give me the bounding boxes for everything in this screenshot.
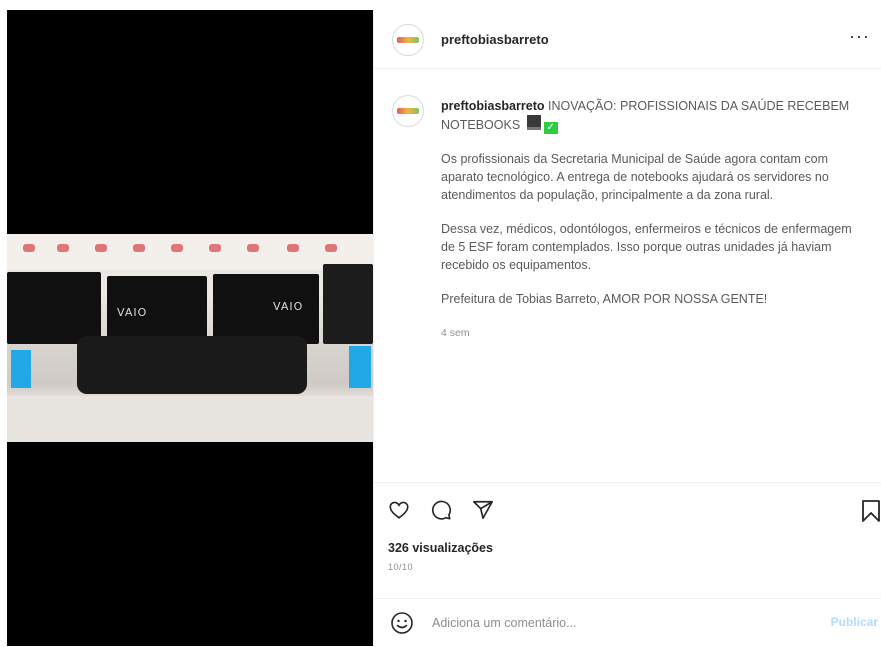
more-icon[interactable]: ··· bbox=[849, 26, 870, 47]
caption-username[interactable]: preftobiasbarreto bbox=[441, 99, 545, 113]
photo-banner bbox=[7, 234, 373, 270]
comment-input[interactable] bbox=[430, 613, 794, 633]
caption-paragraph: Prefeitura de Tobias Barreto, AMOR POR N… bbox=[441, 292, 768, 306]
laptop-center: VAIO bbox=[107, 276, 207, 344]
comment-bar: Publicar bbox=[374, 598, 881, 647]
laptop-emoji-icon bbox=[526, 115, 541, 130]
laptop-brand-label: VAIO bbox=[117, 306, 148, 319]
emoji-icon[interactable] bbox=[390, 611, 414, 635]
views-count[interactable]: 326 visualizações bbox=[388, 541, 493, 555]
heart-icon[interactable] bbox=[388, 499, 410, 521]
caption-paragraph: Os profissionais da Secretaria Municipal… bbox=[441, 152, 829, 202]
bookmark-icon[interactable] bbox=[860, 499, 881, 523]
laptop-far-right bbox=[323, 264, 373, 344]
avatar[interactable] bbox=[392, 24, 424, 56]
publish-button[interactable]: Publicar bbox=[831, 615, 878, 629]
caption-avatar[interactable] bbox=[392, 95, 424, 127]
post-details-panel: preftobiasbarreto ··· preftobiasbarreto … bbox=[373, 10, 881, 646]
blue-stand bbox=[11, 350, 31, 388]
post-date: 10/10 bbox=[388, 562, 414, 572]
time-ago[interactable]: 4 sem bbox=[441, 324, 861, 342]
post-media[interactable]: VAIO VAIO bbox=[7, 10, 373, 646]
post-photo: VAIO VAIO bbox=[7, 234, 373, 442]
laptop-right: VAIO bbox=[213, 274, 319, 344]
caption-paragraph: Dessa vez, médicos, odontólogos, enferme… bbox=[441, 222, 852, 272]
post-actions: 326 visualizações 10/10 bbox=[374, 482, 881, 603]
table-surface bbox=[7, 396, 373, 442]
comment-icon[interactable] bbox=[430, 499, 452, 521]
blue-stand bbox=[349, 346, 371, 388]
post-header: preftobiasbarreto ··· bbox=[374, 10, 881, 69]
laptop-sleeve bbox=[77, 336, 307, 394]
share-icon[interactable] bbox=[472, 499, 494, 521]
laptop-brand-label: VAIO bbox=[273, 300, 304, 313]
post-caption: preftobiasbarreto INOVAÇÃO: PROFISSIONAI… bbox=[441, 97, 861, 342]
check-emoji-icon: ✓ bbox=[543, 122, 558, 134]
laptop-left bbox=[7, 272, 101, 344]
header-username[interactable]: preftobiasbarreto bbox=[441, 32, 549, 47]
